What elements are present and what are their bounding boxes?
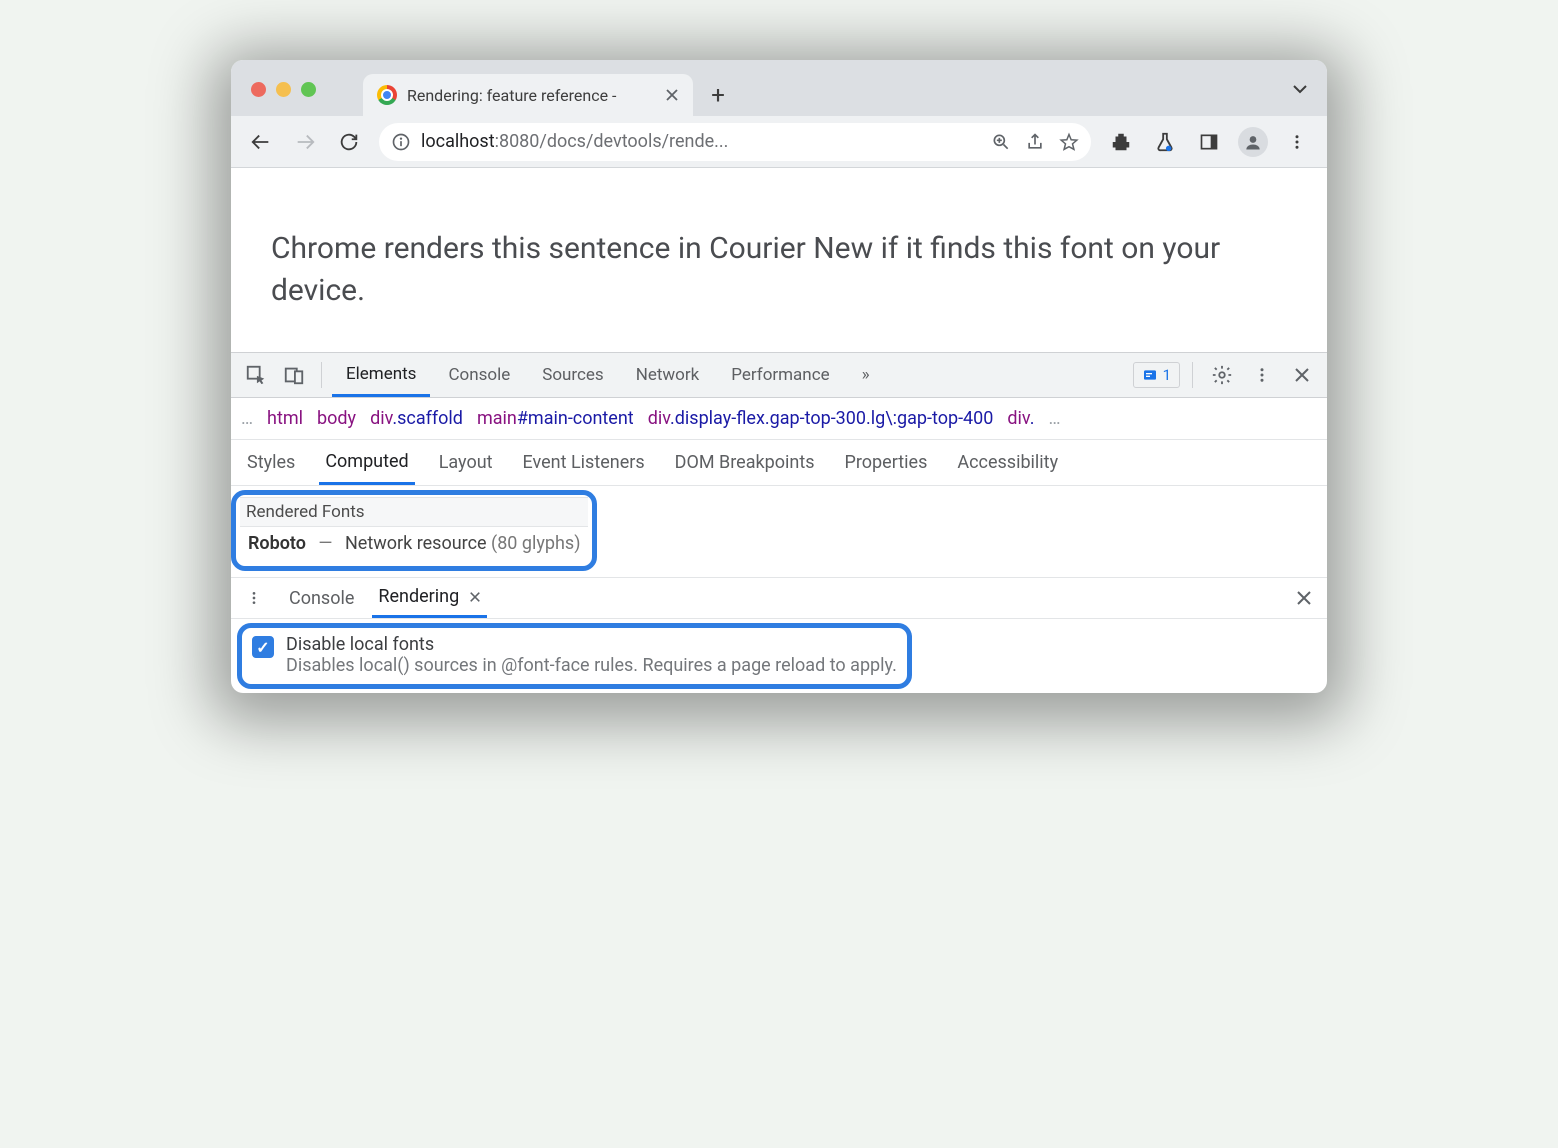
disable-local-fonts-highlight: ✓ Disable local fonts Disables local() s… <box>237 623 912 689</box>
site-info-icon[interactable] <box>391 132 411 152</box>
tab-elements[interactable]: Elements <box>332 353 430 397</box>
disable-local-fonts-checkbox[interactable]: ✓ <box>252 636 274 658</box>
device-toolbar-button[interactable] <box>277 358 311 392</box>
sidebar-tab-layout[interactable]: Layout <box>433 440 499 485</box>
tab-search-button[interactable] <box>1291 80 1309 98</box>
chrome-menu-button[interactable] <box>1277 122 1317 162</box>
computed-panel: Rendered Fonts Roboto — Network resource… <box>231 486 1327 577</box>
reload-button[interactable] <box>329 122 369 162</box>
settings-icon[interactable] <box>1205 358 1239 392</box>
drawer-tabbar: Console Rendering <box>231 577 1327 619</box>
option-title: Disable local fonts <box>286 634 897 655</box>
maximize-window-button[interactable] <box>301 82 316 97</box>
inspect-element-button[interactable] <box>239 358 273 392</box>
side-panel-icon[interactable] <box>1189 122 1229 162</box>
breadcrumb-item[interactable]: body <box>317 408 356 429</box>
chrome-favicon-icon <box>377 85 397 105</box>
tab-title: Rendering: feature reference - <box>407 86 655 105</box>
sidebar-tab-styles[interactable]: Styles <box>241 440 301 485</box>
drawer-tab-rendering[interactable]: Rendering <box>372 578 487 618</box>
address-bar[interactable]: localhost:8080/docs/devtools/rende... <box>379 123 1091 161</box>
rendered-font-name: Roboto <box>248 533 306 554</box>
sample-text: Chrome renders this sentence in Courier … <box>271 228 1287 312</box>
breadcrumb-item[interactable]: div.display-flex.gap-top-300.lg\:gap-top… <box>648 408 994 429</box>
zoom-icon[interactable] <box>991 132 1011 152</box>
tab-network[interactable]: Network <box>622 353 714 397</box>
sidebar-tab-properties[interactable]: Properties <box>839 440 934 485</box>
traffic-lights <box>251 82 316 97</box>
issues-badge[interactable]: 1 <box>1133 362 1180 388</box>
devtools-panel: Elements Console Sources Network Perform… <box>231 352 1327 693</box>
profile-avatar[interactable] <box>1233 122 1273 162</box>
page-content: Chrome renders this sentence in Courier … <box>231 168 1327 352</box>
rendered-fonts-header: Rendered Fonts <box>240 497 588 527</box>
separator <box>1192 362 1193 388</box>
bookmark-icon[interactable] <box>1059 132 1079 152</box>
breadcrumb-ellipsis[interactable]: … <box>1048 408 1060 429</box>
close-tab-button[interactable] <box>665 88 679 102</box>
tab-console[interactable]: Console <box>434 353 524 397</box>
elements-sidebar-tabs: Styles Computed Layout Event Listeners D… <box>231 440 1327 486</box>
breadcrumb-item[interactable]: div.scaffold <box>370 408 463 429</box>
close-tab-icon[interactable] <box>469 591 481 603</box>
option-description: Disables local() sources in @font-face r… <box>286 655 897 676</box>
url-text: localhost:8080/docs/devtools/rende... <box>421 131 728 152</box>
separator <box>321 362 322 388</box>
back-button[interactable] <box>241 122 281 162</box>
close-drawer-button[interactable] <box>1287 581 1321 615</box>
close-window-button[interactable] <box>251 82 266 97</box>
browser-toolbar: localhost:8080/docs/devtools/rende... <box>231 116 1327 168</box>
breadcrumb-item[interactable]: main#main-content <box>477 408 634 429</box>
breadcrumb-item[interactable]: html <box>267 408 303 429</box>
minimize-window-button[interactable] <box>276 82 291 97</box>
rendered-font-source: Network resource <box>345 533 487 554</box>
sidebar-tab-computed[interactable]: Computed <box>319 440 414 485</box>
devtools-menu-button[interactable] <box>1245 358 1279 392</box>
browser-tab[interactable]: Rendering: feature reference - <box>363 74 693 116</box>
rendered-fonts-highlight: Rendered Fonts Roboto — Network resource… <box>231 490 597 571</box>
option-text: Disable local fonts Disables local() sou… <box>286 634 897 676</box>
dom-breadcrumb[interactable]: … html body div.scaffold main#main-conte… <box>231 398 1327 440</box>
drawer-tab-console[interactable]: Console <box>283 578 360 618</box>
tab-overflow-button[interactable]: » <box>848 353 884 397</box>
sidebar-tab-event-listeners[interactable]: Event Listeners <box>517 440 651 485</box>
tab-performance[interactable]: Performance <box>717 353 843 397</box>
tab-sources[interactable]: Sources <box>528 353 617 397</box>
share-icon[interactable] <box>1025 132 1045 152</box>
extensions-icon[interactable] <box>1101 122 1141 162</box>
rendering-panel: ✓ Disable local fonts Disables local() s… <box>231 619 1327 693</box>
new-tab-button[interactable]: + <box>701 78 735 112</box>
rendered-font-row: Roboto — Network resource (80 glyphs) <box>240 527 588 560</box>
sidebar-tab-accessibility[interactable]: Accessibility <box>951 440 1064 485</box>
browser-window: Rendering: feature reference - + localho… <box>231 60 1327 693</box>
drawer-menu-button[interactable] <box>237 581 271 615</box>
tab-strip: Rendering: feature reference - + <box>231 60 1327 116</box>
rendered-font-glyphs: (80 glyphs) <box>491 533 580 554</box>
breadcrumb-ellipsis[interactable]: … <box>241 408 253 429</box>
sidebar-tab-dom-breakpoints[interactable]: DOM Breakpoints <box>669 440 821 485</box>
forward-button[interactable] <box>285 122 325 162</box>
issues-count: 1 <box>1163 366 1171 384</box>
close-devtools-button[interactable] <box>1285 358 1319 392</box>
devtools-main-tabbar: Elements Console Sources Network Perform… <box>231 352 1327 398</box>
omnibox-actions <box>991 132 1079 152</box>
breadcrumb-item[interactable]: div. <box>1007 408 1034 429</box>
labs-icon[interactable] <box>1145 122 1185 162</box>
